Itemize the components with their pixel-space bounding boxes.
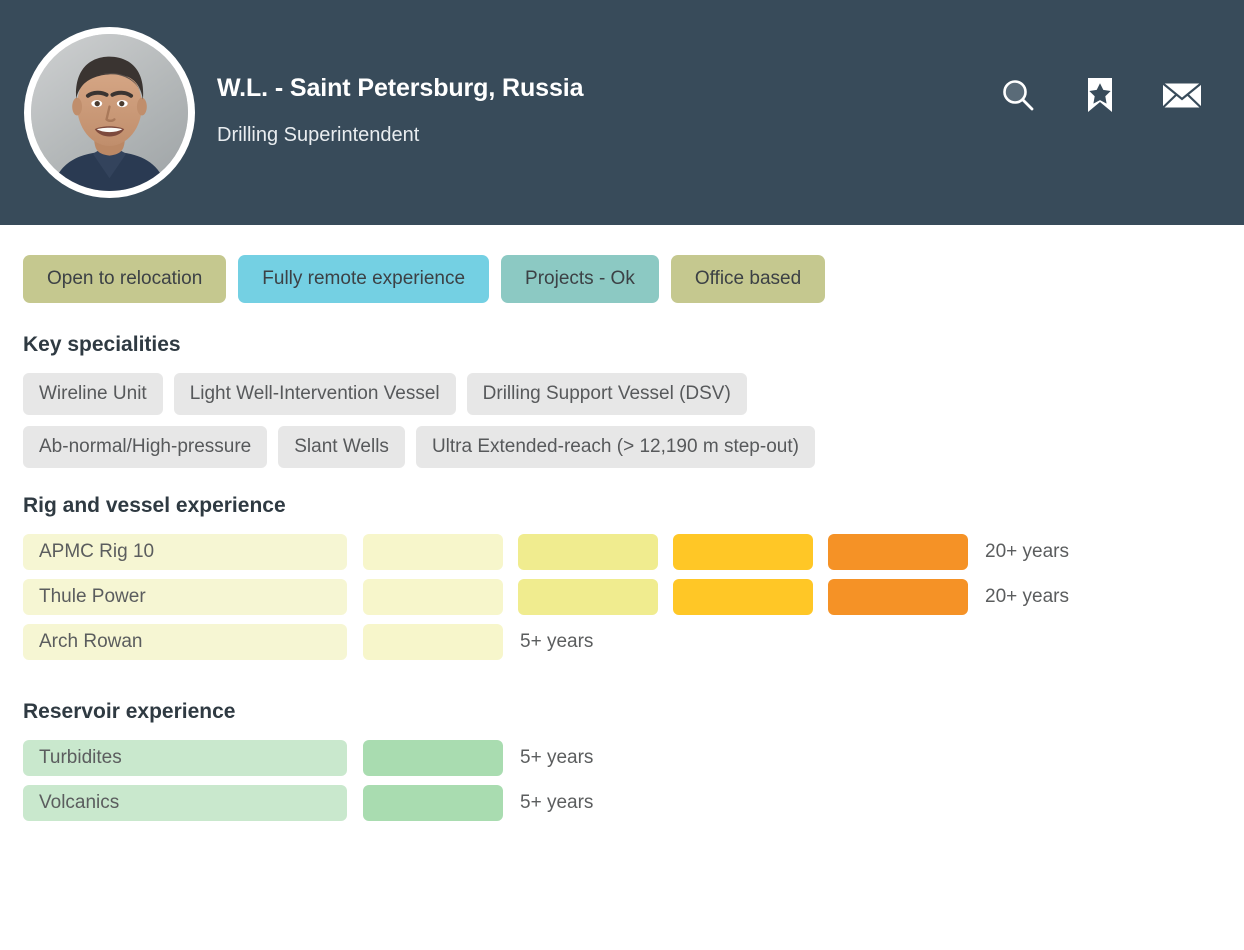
- experience-years: 5+ years: [520, 747, 594, 768]
- section-title-reservoir-experience: Reservoir experience: [23, 700, 236, 723]
- experience-label: Arch Rowan: [23, 624, 347, 660]
- speciality-chip[interactable]: Drilling Support Vessel (DSV): [466, 373, 747, 415]
- experience-segment: [673, 534, 813, 570]
- reservoir-experience-rows: Turbidites 5+ years Volcanics 5+ years: [23, 740, 1220, 821]
- experience-years: 20+ years: [985, 541, 1069, 562]
- identity-block: W.L. - Saint Petersburg, Russia Drilling…: [217, 73, 996, 153]
- experience-segment: [363, 740, 503, 776]
- rig-experience-section: Rig and vessel experience APMC Rig 10 20+…: [23, 494, 1220, 660]
- avatar-photo: [31, 34, 188, 191]
- rig-experience-rows: APMC Rig 10 20+ years Thule Power 20+ years…: [23, 534, 1220, 660]
- section-title-specialities: Key specialities: [23, 333, 181, 356]
- rig-experience-row: Arch Rowan 5+ years: [23, 624, 1220, 660]
- experience-label: APMC Rig 10: [23, 534, 347, 570]
- reservoir-experience-section: Reservoir experience Turbidites 5+ years V…: [23, 700, 1220, 821]
- status-tag[interactable]: Office based: [670, 255, 826, 303]
- speciality-chip[interactable]: Ultra Extended-reach (> 12,190 m step-ou…: [415, 426, 815, 468]
- experience-segment-track: [363, 579, 968, 615]
- experience-segment: [363, 624, 503, 660]
- experience-years: 5+ years: [520, 631, 594, 652]
- candidate-name: W.L. - Saint Petersburg, Russia: [217, 73, 584, 102]
- profile-header: W.L. - Saint Petersburg, Russia Drilling…: [0, 0, 1244, 225]
- experience-label: Volcanics: [23, 785, 347, 821]
- speciality-chip-row: Wireline Unit Light Well-Intervention Ves…: [23, 373, 1220, 415]
- speciality-chip[interactable]: Light Well-Intervention Vessel: [173, 373, 456, 415]
- envelope-icon[interactable]: [1160, 73, 1204, 117]
- status-tag[interactable]: Fully remote experience: [238, 255, 490, 303]
- bookmark-star-icon[interactable]: [1078, 73, 1122, 117]
- experience-segment: [673, 579, 813, 615]
- status-tag-row: Open to relocation Fully remote experienc…: [23, 255, 1220, 303]
- profile-body: Open to relocation Fully remote experienc…: [0, 225, 1244, 821]
- experience-segment: [518, 579, 658, 615]
- rig-experience-row: Thule Power 20+ years: [23, 579, 1220, 615]
- speciality-chip[interactable]: Wireline Unit: [23, 373, 163, 415]
- experience-years: 5+ years: [520, 792, 594, 813]
- speciality-chip[interactable]: Ab-normal/High-pressure: [23, 426, 268, 468]
- section-title-rig-experience: Rig and vessel experience: [23, 494, 286, 517]
- experience-segment: [363, 579, 503, 615]
- speciality-chip-row: Ab-normal/High-pressure Slant Wells Ultra …: [23, 426, 1220, 468]
- experience-segment: [828, 579, 968, 615]
- key-specialities-section: Key specialities Wireline Unit Light Well…: [23, 333, 1220, 468]
- candidate-role: Drilling Superintendent: [217, 123, 420, 146]
- search-icon[interactable]: [996, 73, 1040, 117]
- experience-label: Turbidites: [23, 740, 347, 776]
- avatar: [24, 27, 195, 198]
- experience-segment-track: [363, 740, 503, 776]
- reservoir-experience-row: Volcanics 5+ years: [23, 785, 1220, 821]
- experience-segment-track: [363, 785, 503, 821]
- reservoir-experience-row: Turbidites 5+ years: [23, 740, 1220, 776]
- experience-segment: [828, 534, 968, 570]
- rig-experience-row: APMC Rig 10 20+ years: [23, 534, 1220, 570]
- experience-segment-track: [363, 624, 503, 660]
- speciality-chip-rows: Wireline Unit Light Well-Intervention Ves…: [23, 373, 1220, 468]
- speciality-chip[interactable]: Slant Wells: [278, 426, 405, 468]
- experience-segment: [363, 534, 503, 570]
- experience-segment: [363, 785, 503, 821]
- status-tag[interactable]: Projects - Ok: [501, 255, 659, 303]
- experience-label: Thule Power: [23, 579, 347, 615]
- experience-years: 20+ years: [985, 586, 1069, 607]
- experience-segment: [518, 534, 658, 570]
- status-tag[interactable]: Open to relocation: [23, 255, 227, 303]
- experience-segment-track: [363, 534, 968, 570]
- header-actions: [996, 73, 1204, 117]
